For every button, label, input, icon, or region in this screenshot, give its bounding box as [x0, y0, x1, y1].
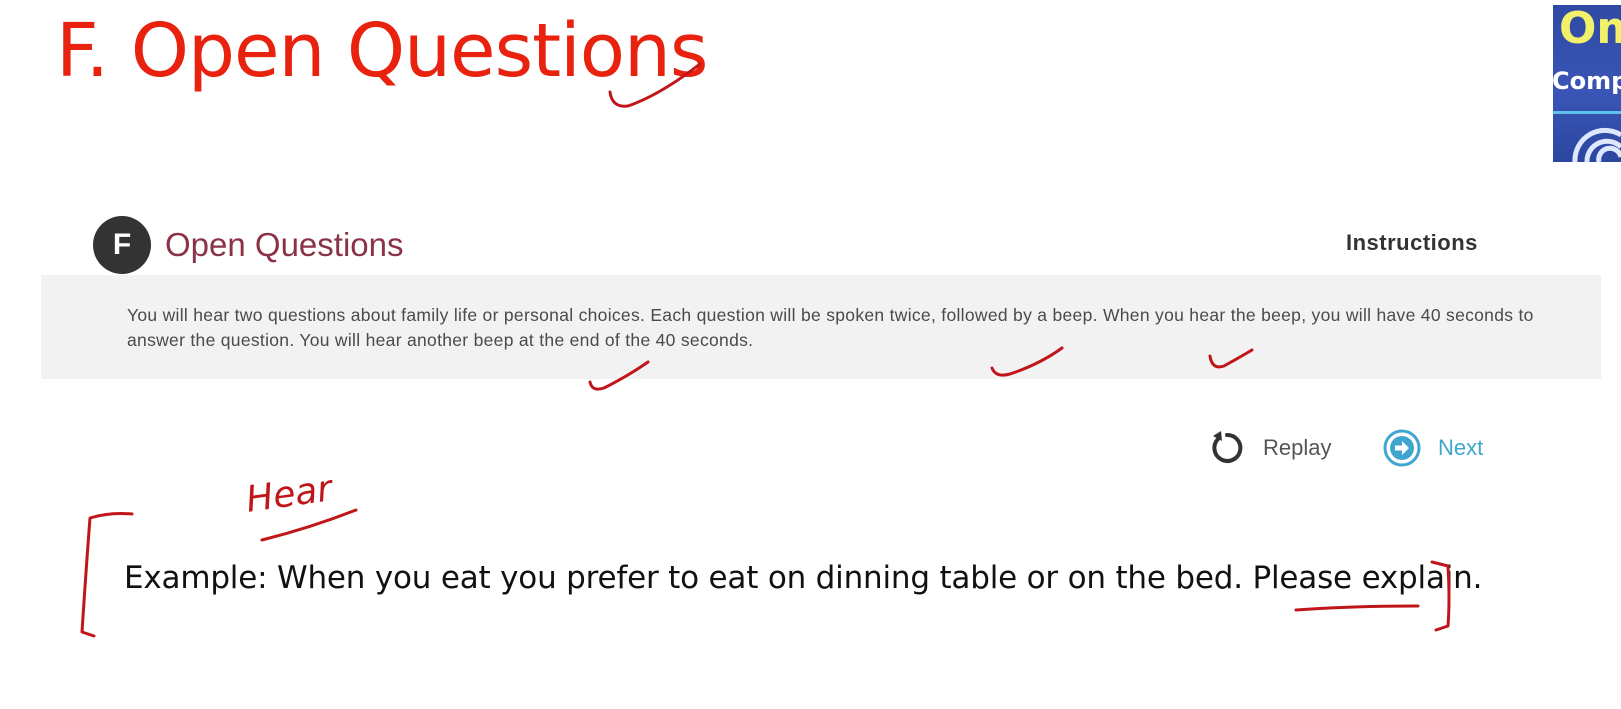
- handwritten-note: Hear: [243, 468, 335, 521]
- logo-divider: [1553, 111, 1621, 114]
- next-arrow-circle-icon: [1383, 429, 1421, 467]
- instructions-text: You will hear two questions about family…: [127, 305, 1534, 350]
- explain-underline: [1294, 604, 1420, 612]
- example-text: Example: When you eat you prefer to eat …: [124, 560, 1483, 596]
- channel-logo: Om Compi: [1553, 5, 1621, 162]
- replay-label: Replay: [1263, 435, 1332, 460]
- logo-top-text: Om: [1559, 5, 1621, 54]
- section-title: Open Questions: [165, 226, 404, 263]
- replay-arrow-icon: [1212, 431, 1243, 463]
- wifi-icon: [1572, 127, 1621, 162]
- next-label: Next: [1438, 435, 1484, 460]
- instructions-tab[interactable]: Instructions: [1346, 230, 1478, 256]
- slide-title: F. Open Questions: [56, 8, 708, 94]
- section-badge: F: [93, 216, 151, 274]
- instructions-box: You will hear two questions about family…: [41, 275, 1601, 379]
- next-button[interactable]: Next: [1382, 428, 1483, 468]
- logo-mid-text: Compi: [1553, 67, 1621, 95]
- replay-button[interactable]: Replay: [1207, 428, 1331, 468]
